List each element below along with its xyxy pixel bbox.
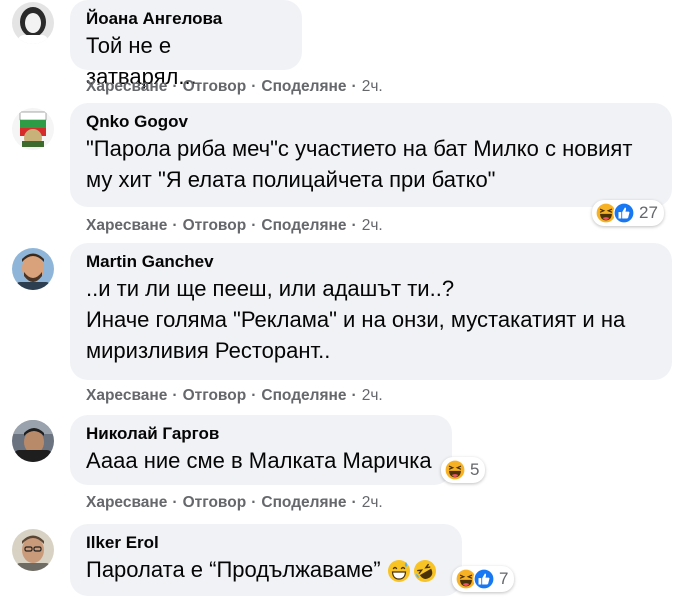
comment-bubble: Qnko Gogov "Парола риба меч"с участието … — [70, 103, 672, 207]
reply-link[interactable]: Отговор — [183, 494, 247, 511]
share-link[interactable]: Споделяне — [261, 494, 346, 511]
profile-photo-icon — [12, 420, 54, 462]
avatar[interactable] — [12, 108, 54, 150]
comment-author[interactable]: Qnko Gogov — [86, 111, 656, 133]
separator: · — [172, 387, 178, 404]
reply-link[interactable]: Отговор — [183, 217, 247, 234]
reactions-summary[interactable]: 5 — [441, 457, 486, 483]
separator: · — [251, 217, 257, 234]
comment-time[interactable]: 2ч. — [362, 217, 383, 234]
like-icon — [613, 202, 635, 224]
profile-photo-icon — [12, 248, 54, 290]
comment-bubble: Martin Ganchev ..и ти ли ще пееш, или ад… — [70, 243, 672, 380]
avatar[interactable] — [12, 248, 54, 290]
reactions-count: 5 — [470, 460, 480, 479]
reactions-count: 27 — [639, 203, 658, 222]
inline-emoji-group — [387, 559, 437, 583]
comment-author[interactable]: Йоана Ангелова — [86, 8, 286, 30]
grinning-sweat-emoji-icon — [387, 560, 410, 583]
rolling-laughing-emoji-icon — [413, 560, 436, 583]
comment-time[interactable]: 2ч. — [362, 78, 383, 95]
comment-author[interactable]: Николай Гаргов — [86, 423, 436, 445]
reply-link[interactable]: Отговор — [183, 78, 247, 95]
separator: · — [351, 78, 357, 95]
reactions-summary[interactable]: 7 — [452, 566, 515, 592]
like-link[interactable]: Харесване — [86, 494, 167, 511]
share-link[interactable]: Споделяне — [261, 217, 346, 234]
comment-text-content: Паролата е “Продължаваме” — [86, 557, 381, 582]
avatar[interactable] — [12, 2, 54, 44]
avatar[interactable] — [12, 529, 54, 571]
comment-actions: Харесване · Отговор · Споделяне · 2ч. — [86, 77, 383, 97]
separator: · — [351, 217, 357, 234]
separator: · — [251, 78, 257, 95]
comment-text: Аааа ние сме в Малката Маричка — [86, 448, 432, 473]
like-icon — [473, 568, 495, 590]
separator: · — [251, 387, 257, 404]
comment-text: "Парола риба меч"с участието на бат Милк… — [86, 136, 633, 192]
comment-text: Паролата е “Продължаваме” — [86, 554, 446, 585]
separator: · — [172, 78, 178, 95]
avatar[interactable] — [12, 420, 54, 462]
profile-photo-icon — [12, 529, 54, 571]
separator: · — [251, 494, 257, 511]
profile-photo-icon — [12, 2, 54, 44]
like-link[interactable]: Харесване — [86, 387, 167, 404]
like-link[interactable]: Харесване — [86, 217, 167, 234]
comment-bubble: Йоана Ангелова Той не е затварял... — [70, 0, 302, 89]
like-link[interactable]: Харесване — [86, 78, 167, 95]
separator: · — [172, 494, 178, 511]
comment-text: ..и ти ли ще пееш, или адашът ти..? Инач… — [86, 276, 626, 363]
separator: · — [172, 217, 178, 234]
haha-icon — [444, 459, 466, 481]
share-link[interactable]: Споделяне — [261, 387, 346, 404]
separator: · — [351, 387, 357, 404]
profile-photo-icon — [12, 108, 54, 150]
comment-author[interactable]: Martin Ganchev — [86, 251, 656, 273]
comment-actions: Харесване · Отговор · Споделяне · 2ч. — [86, 386, 383, 406]
comment-actions: Харесване · Отговор · Споделяне · 2ч. — [86, 216, 383, 236]
reactions-summary[interactable]: 27 — [592, 200, 664, 226]
reactions-count: 7 — [499, 569, 509, 588]
comment-bubble: Николай Гаргов Аааа ние сме в Малката Ма… — [70, 415, 452, 485]
comment-time[interactable]: 2ч. — [362, 494, 383, 511]
comment-author[interactable]: Ilker Erol — [86, 532, 446, 554]
reply-link[interactable]: Отговор — [183, 387, 247, 404]
comment-bubble: Ilker Erol Паролата е “Продължаваме” — [70, 524, 462, 596]
separator: · — [351, 494, 357, 511]
comment-time[interactable]: 2ч. — [362, 387, 383, 404]
share-link[interactable]: Споделяне — [261, 78, 346, 95]
comment-actions: Харесване · Отговор · Споделяне · 2ч. — [86, 493, 383, 513]
